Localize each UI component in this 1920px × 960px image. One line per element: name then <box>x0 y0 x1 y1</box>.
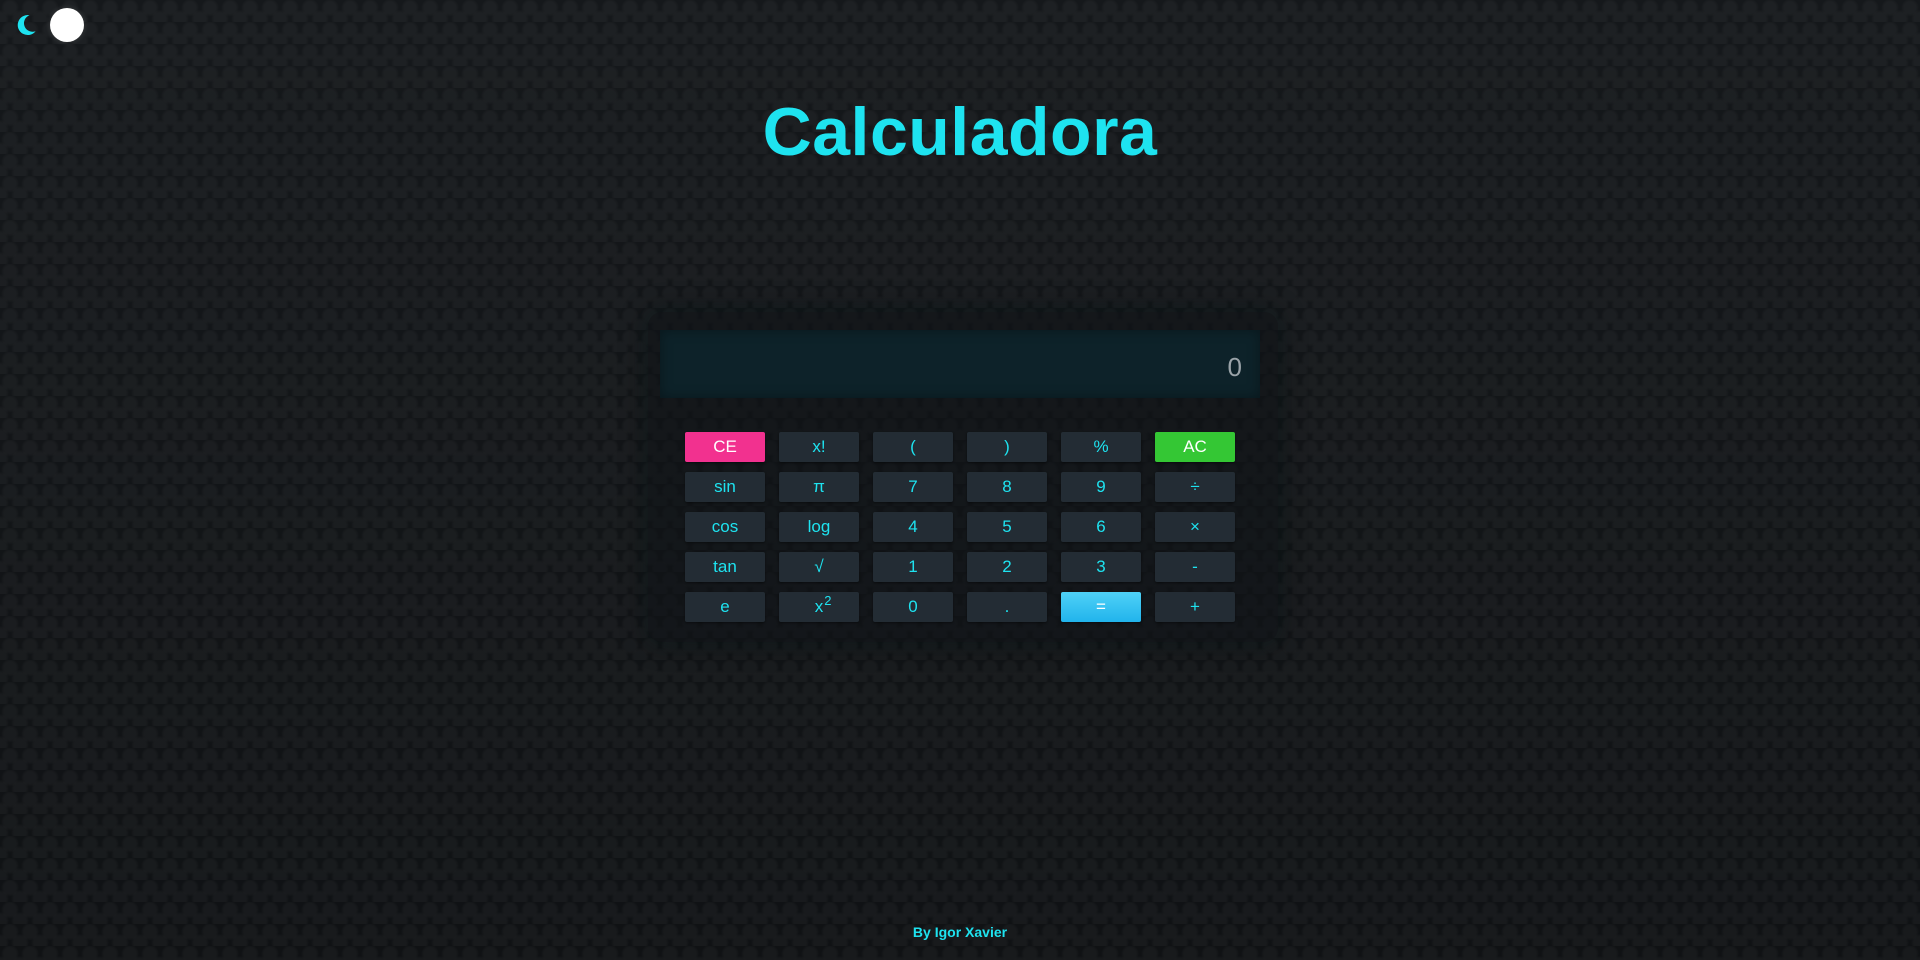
euler-label: e <box>720 597 730 616</box>
clear-entry-button[interactable]: CE <box>685 432 765 462</box>
cos-button[interactable]: cos <box>685 512 765 542</box>
clear-entry-label: CE <box>713 437 737 456</box>
digit-4-button[interactable]: 4 <box>873 512 953 542</box>
open-paren-button[interactable]: ( <box>873 432 953 462</box>
digit-2-label: 2 <box>1002 557 1012 576</box>
digit-3-button[interactable]: 3 <box>1061 552 1141 582</box>
digit-1-button[interactable]: 1 <box>873 552 953 582</box>
sqrt-label: √ <box>814 557 824 576</box>
multiply-label: × <box>1190 517 1200 536</box>
square-button[interactable]: x2 <box>779 592 859 622</box>
euler-button[interactable]: e <box>685 592 765 622</box>
display-value: 0 <box>1227 351 1242 382</box>
open-paren-label: ( <box>910 437 916 456</box>
digit-5-button[interactable]: 5 <box>967 512 1047 542</box>
calculator-display: 0 <box>660 330 1260 398</box>
digit-0-button[interactable]: 0 <box>873 592 953 622</box>
subtract-button[interactable]: - <box>1155 552 1235 582</box>
divide-button[interactable]: ÷ <box>1155 472 1235 502</box>
sin-button[interactable]: sin <box>685 472 765 502</box>
tan-label: tan <box>713 557 737 576</box>
decimal-button[interactable]: . <box>967 592 1047 622</box>
digit-7-label: 7 <box>908 477 918 496</box>
digit-6-label: 6 <box>1096 517 1106 536</box>
factorial-label: x! <box>812 437 826 456</box>
sin-label: sin <box>714 477 736 496</box>
decimal-label: . <box>1004 597 1010 616</box>
exponent-label: 2 <box>824 593 832 608</box>
digit-8-button[interactable]: 8 <box>967 472 1047 502</box>
digit-9-button[interactable]: 9 <box>1061 472 1141 502</box>
moon-icon[interactable] <box>12 12 38 38</box>
digit-0-label: 0 <box>908 597 918 616</box>
log-button[interactable]: log <box>779 512 859 542</box>
digit-5-label: 5 <box>1002 517 1012 536</box>
digit-9-label: 9 <box>1096 477 1106 496</box>
square-label: x <box>814 597 824 616</box>
factorial-button[interactable]: x! <box>779 432 859 462</box>
digit-8-label: 8 <box>1002 477 1012 496</box>
multiply-button[interactable]: × <box>1155 512 1235 542</box>
add-label: + <box>1190 597 1200 616</box>
cos-label: cos <box>711 517 739 536</box>
all-clear-button[interactable]: AC <box>1155 432 1235 462</box>
close-paren-button[interactable]: ) <box>967 432 1047 462</box>
all-clear-label: AC <box>1183 437 1207 456</box>
pi-label: π <box>813 477 825 496</box>
sqrt-button[interactable]: √ <box>779 552 859 582</box>
digit-3-label: 3 <box>1096 557 1106 576</box>
percent-button[interactable]: % <box>1061 432 1141 462</box>
add-button[interactable]: + <box>1155 592 1235 622</box>
footer-credit: By Igor Xavier <box>912 924 1008 940</box>
digit-6-button[interactable]: 6 <box>1061 512 1141 542</box>
close-paren-label: ) <box>1004 437 1010 456</box>
percent-label: % <box>1093 437 1109 456</box>
keypad: CE x!()% AC sin π 7 8 9 ÷ cos log 4 5 6 × tan √ 1 2 3- e x 2 0.… <box>685 432 1235 622</box>
tan-button[interactable]: tan <box>685 552 765 582</box>
calculator: 0 CE x!()% AC sin π 7 8 9 ÷ cos log 4 5 6 × tan √ 1 2 3- e x 2… <box>648 312 1278 642</box>
equals-label: = <box>1096 597 1106 616</box>
digit-4-label: 4 <box>908 517 918 536</box>
equals-button[interactable]: = <box>1061 592 1141 622</box>
theme-toggle[interactable] <box>12 8 84 42</box>
digit-1-label: 1 <box>908 557 918 576</box>
page-title: Calculadora <box>762 94 1158 170</box>
theme-toggle-knob[interactable] <box>50 8 84 42</box>
digit-7-button[interactable]: 7 <box>873 472 953 502</box>
divide-label: ÷ <box>1190 477 1200 496</box>
log-label: log <box>807 517 831 536</box>
pi-button[interactable]: π <box>779 472 859 502</box>
subtract-label: - <box>1192 557 1198 576</box>
digit-2-button[interactable]: 2 <box>967 552 1047 582</box>
